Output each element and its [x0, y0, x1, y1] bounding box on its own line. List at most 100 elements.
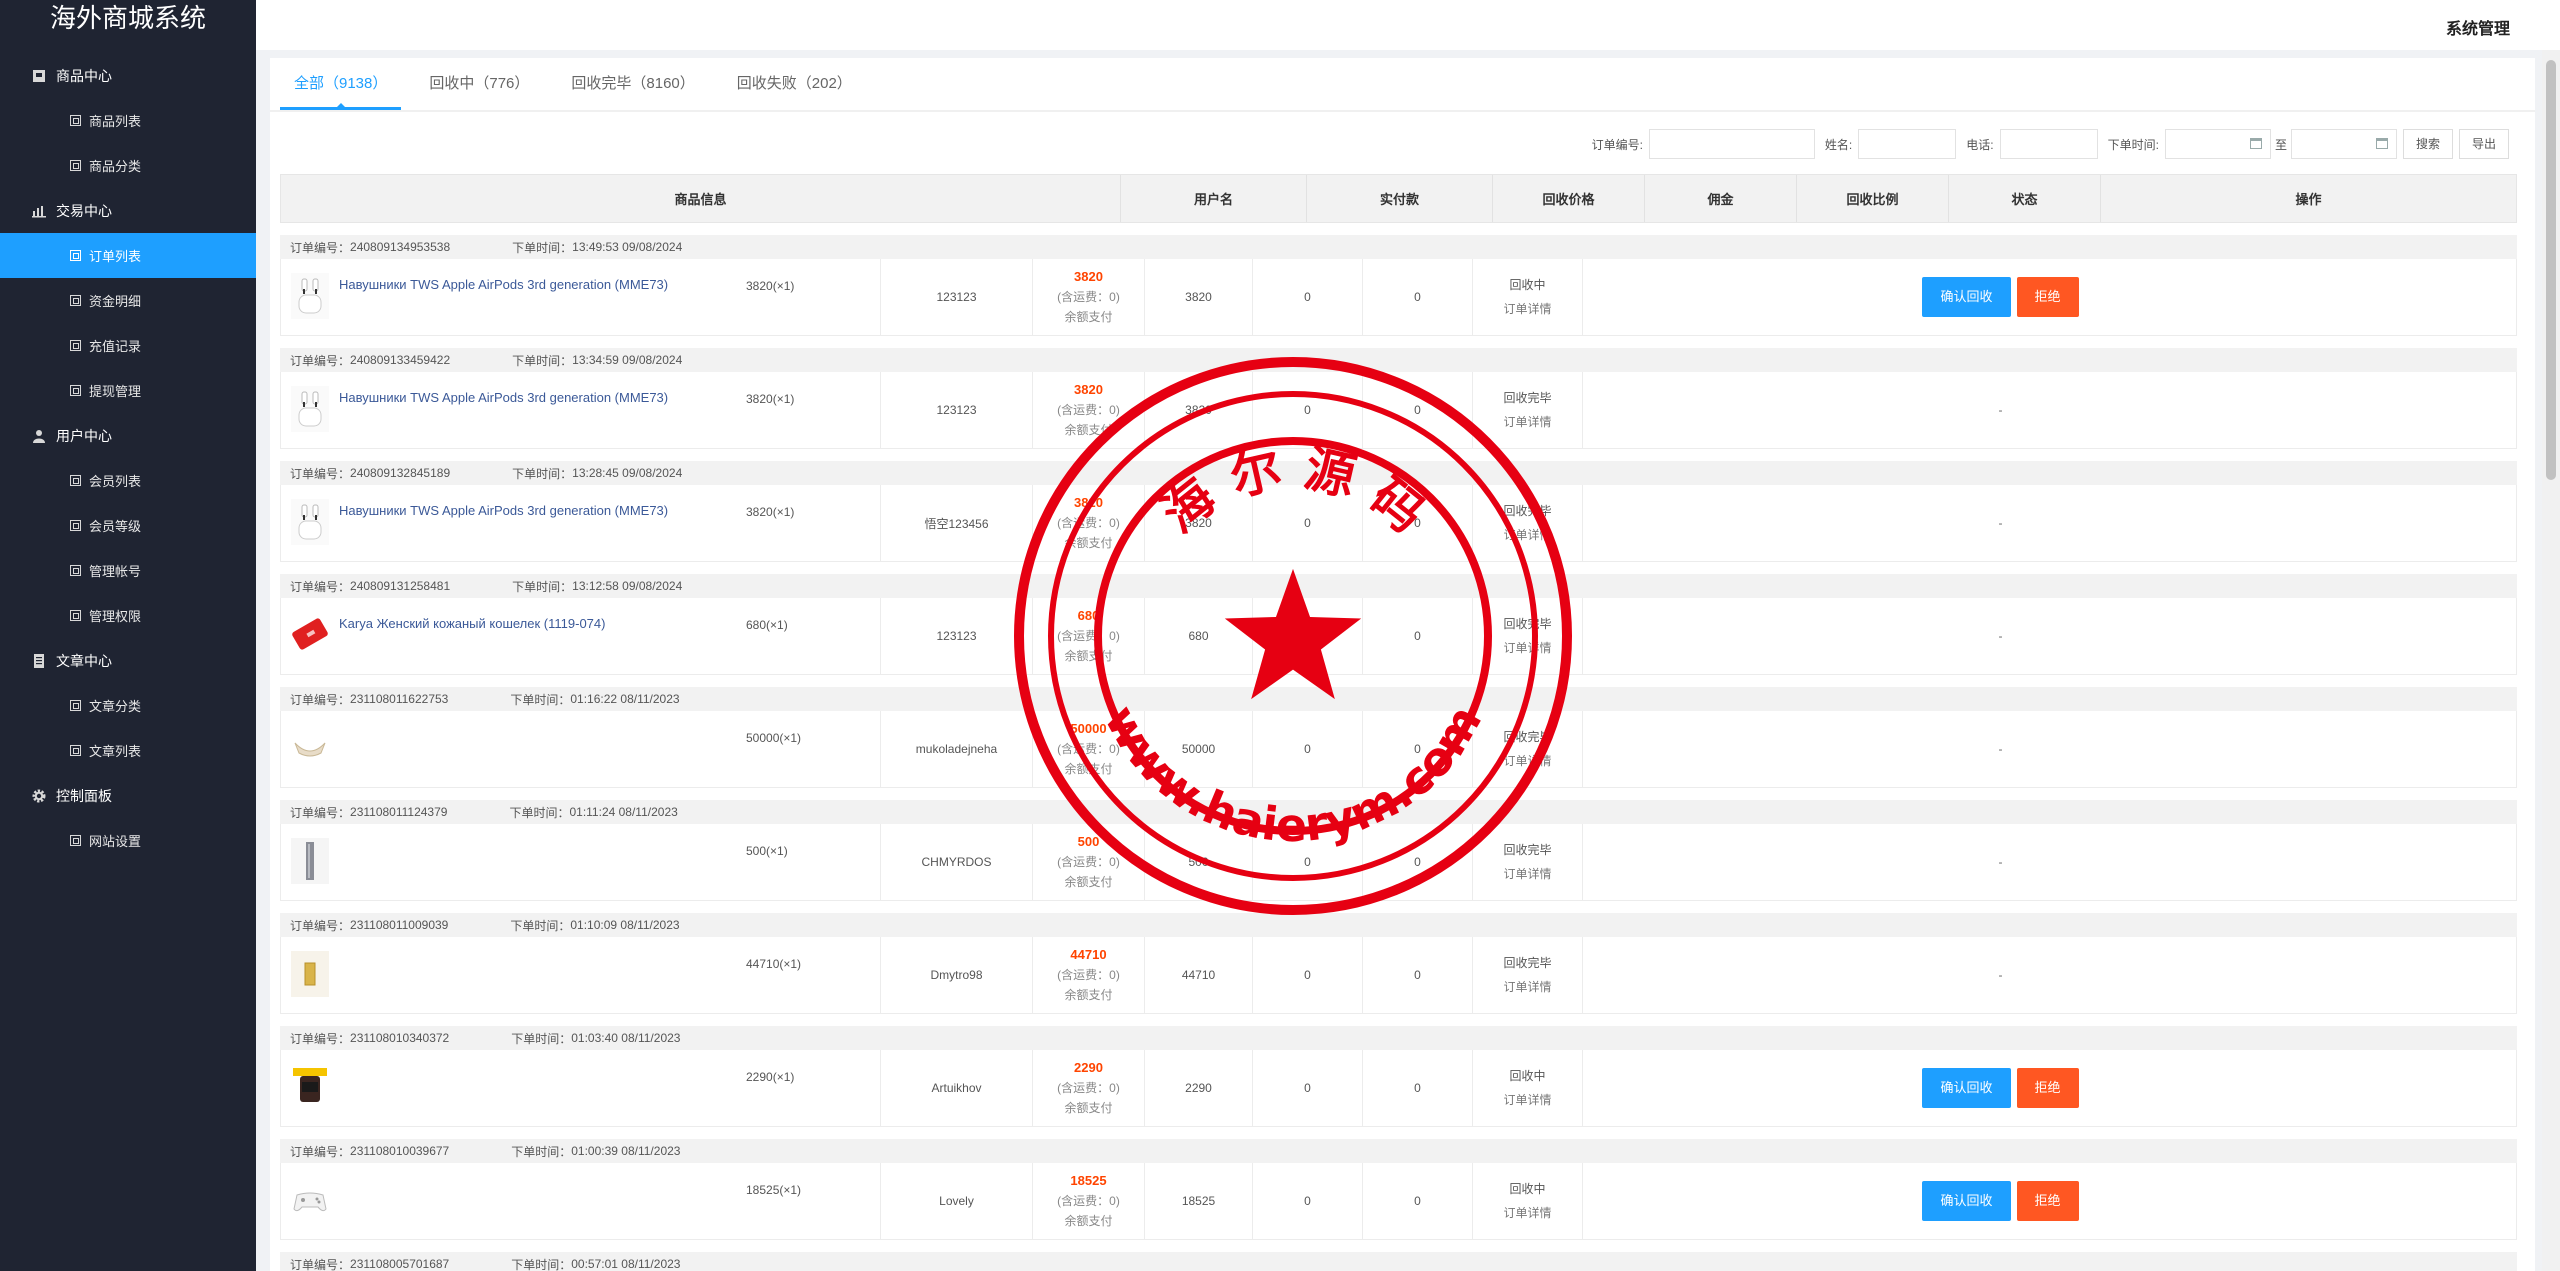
sidebar-group-label: 用户中心 — [56, 427, 112, 444]
status-text: 回收完毕 — [1503, 956, 1552, 970]
order-detail-link[interactable]: 订单详情 — [1503, 975, 1551, 999]
menu-item-icon — [70, 745, 81, 756]
sidebar-item-1-2[interactable]: 充值记录 — [0, 323, 256, 368]
order-detail-link[interactable]: 订单详情 — [1503, 410, 1551, 434]
product-thumbnail[interactable] — [291, 838, 329, 884]
start-date-input[interactable] — [2164, 129, 2271, 159]
confirm-recycle-button[interactable]: 确认回收 — [1922, 1068, 2011, 1108]
sidebar-item-label: 充值记录 — [89, 339, 142, 354]
product-name-link[interactable]: Навушники TWS Apple AirPods 3rd generati… — [339, 277, 668, 292]
goods-cell: Karya Женский кожаный кошелек (1119-074)… — [281, 598, 881, 674]
product-thumbnail[interactable] — [291, 1064, 329, 1110]
order-detail-link[interactable]: 订单详情 — [1503, 1088, 1551, 1112]
order-row: 44710(×1) Dmytro98 44710 (含运费：0) 余额支付 44710 0 0… — [280, 937, 2517, 1014]
phone-input[interactable] — [1999, 129, 2098, 159]
sidebar-item-1-0[interactable]: 订单列表 — [0, 233, 256, 278]
sidebar-group-4[interactable]: 控制面板 — [0, 773, 256, 818]
sidebar-item-1-1[interactable]: 资金明细 — [0, 278, 256, 323]
product-thumbnail[interactable] — [291, 273, 329, 319]
product-name-link[interactable]: Навушники TWS Apple AirPods 3rd generati… — [339, 503, 668, 518]
search-button[interactable]: 搜索 — [2402, 129, 2453, 159]
order-header: 订单编号： 231108010039677 下单时间： 01:00:39 08/11/… — [280, 1139, 2517, 1163]
tab-1[interactable]: 回收中（776） — [415, 58, 543, 110]
actions-cell: 确认回收 拒绝 — [1583, 1050, 2418, 1126]
filter-bar: 订单编号: 姓名: 电话: 下单时间: 至 搜索 导出 — [270, 126, 2535, 162]
pay-method: 余额支付 — [1064, 762, 1113, 776]
order-number: 240809132845189 — [350, 466, 451, 480]
sidebar-item-0-1[interactable]: 商品分类 — [0, 143, 256, 188]
sidebar-item-1-3[interactable]: 提现管理 — [0, 368, 256, 413]
product-thumbnail[interactable] — [291, 612, 329, 658]
menu-item-icon — [70, 385, 81, 396]
sidebar-item-2-3[interactable]: 管理权限 — [0, 593, 256, 638]
paid-amount: 680 — [1077, 608, 1100, 623]
ratio-cell: 0 — [1363, 372, 1473, 448]
order-list-panel: 全部（9138） 回收中（776） 回收完毕（8160） 回收失败（202） 订单编号… — [270, 58, 2535, 1271]
sidebar-item-2-1[interactable]: 会员等级 — [0, 503, 256, 548]
product-thumbnail[interactable] — [291, 1177, 329, 1223]
tab-2[interactable]: 回收完毕（8160） — [557, 58, 708, 110]
end-date-input[interactable] — [2290, 129, 2397, 159]
tab-3[interactable]: 回收失败（202） — [723, 58, 866, 110]
order-time-prefix: 下单时间： — [511, 1031, 572, 1046]
paid-amount: 2290 — [1074, 1060, 1103, 1075]
reject-button[interactable]: 拒绝 — [2016, 1068, 2079, 1108]
sidebar-item-2-2[interactable]: 管理帐号 — [0, 548, 256, 593]
status-cell: 回收完毕 订单详情 — [1473, 711, 1583, 787]
sidebar-group-2[interactable]: 用户中心 — [0, 413, 256, 458]
order-no-input[interactable] — [1648, 129, 1815, 159]
order-row: Навушники TWS Apple AirPods 3rd generati… — [280, 259, 2517, 336]
ratio-cell: 0 — [1363, 259, 1473, 335]
confirm-recycle-button[interactable]: 确认回收 — [1922, 277, 2011, 317]
system-manage-link[interactable]: 系统管理 — [2446, 15, 2510, 39]
actions-cell: 确认回收 拒绝 — [1583, 1163, 2418, 1239]
product-name-link[interactable]: Навушники TWS Apple AirPods 3rd generati… — [339, 390, 668, 405]
order-time: 13:49:53 09/08/2024 — [572, 240, 683, 254]
sidebar-item-2-0[interactable]: 会员列表 — [0, 458, 256, 503]
sidebar-item-4-0[interactable]: 网站设置 — [0, 818, 256, 863]
calendar-icon — [2249, 138, 2262, 149]
reject-button[interactable]: 拒绝 — [2016, 1181, 2079, 1221]
sidebar-group-0[interactable]: 商品中心 — [0, 53, 256, 98]
order-detail-link[interactable]: 订单详情 — [1503, 636, 1551, 660]
order-no-prefix: 订单编号： — [290, 1257, 351, 1271]
product-name-link[interactable]: Karya Женский кожаный кошелек (1119-074) — [339, 616, 605, 631]
product-price-qty: 3820(×1) — [746, 279, 795, 293]
paid-amount: 44710 — [1070, 947, 1107, 962]
sidebar-item-label: 订单列表 — [89, 249, 142, 264]
product-thumbnail[interactable] — [291, 386, 329, 432]
sidebar-item-3-1[interactable]: 文章列表 — [0, 728, 256, 773]
status-cell: 回收完毕 订单详情 — [1473, 485, 1583, 561]
username-cell: Lovely — [881, 1163, 1033, 1239]
product-thumbnail[interactable] — [291, 725, 329, 771]
export-button[interactable]: 导出 — [2458, 129, 2509, 159]
scrollbar-thumb[interactable] — [2546, 60, 2556, 480]
pay-method: 余额支付 — [1064, 310, 1113, 324]
name-input[interactable] — [1858, 129, 1957, 159]
order-time-prefix: 下单时间： — [511, 1144, 572, 1159]
tab-0[interactable]: 全部（9138） — [280, 58, 402, 110]
order-detail-link[interactable]: 订单详情 — [1503, 862, 1551, 886]
product-thumbnail[interactable] — [291, 951, 329, 997]
order-detail-link[interactable]: 订单详情 — [1503, 523, 1551, 547]
top-header: 系统管理 — [256, 0, 2560, 50]
reject-button[interactable]: 拒绝 — [2016, 277, 2079, 317]
order-number: 240809134953538 — [350, 240, 451, 254]
page-scrollbar[interactable] — [2542, 50, 2560, 1271]
sidebar-group-1[interactable]: 交易中心 — [0, 188, 256, 233]
order-header: 订单编号： 231108010340372 下单时间： 01:03:40 08/11/… — [280, 1026, 2517, 1050]
order-detail-link[interactable]: 订单详情 — [1503, 1201, 1551, 1225]
order-detail-link[interactable]: 订单详情 — [1503, 749, 1551, 773]
confirm-recycle-button[interactable]: 确认回收 — [1922, 1181, 2011, 1221]
product-icon — [32, 69, 46, 83]
product-thumbnail[interactable] — [291, 499, 329, 545]
order-detail-link[interactable]: 订单详情 — [1503, 297, 1551, 321]
shipping-note: (含运费：0) — [1057, 968, 1120, 982]
order-time-prefix: 下单时间： — [510, 692, 571, 707]
goods-cell: Навушники TWS Apple AirPods 3rd generati… — [281, 485, 881, 561]
sidebar-item-3-0[interactable]: 文章分类 — [0, 683, 256, 728]
order-time-prefix: 下单时间： — [512, 466, 573, 481]
sidebar-group-3[interactable]: 文章中心 — [0, 638, 256, 683]
sidebar-item-0-0[interactable]: 商品列表 — [0, 98, 256, 143]
status-cell: 回收中 订单详情 — [1473, 259, 1583, 335]
